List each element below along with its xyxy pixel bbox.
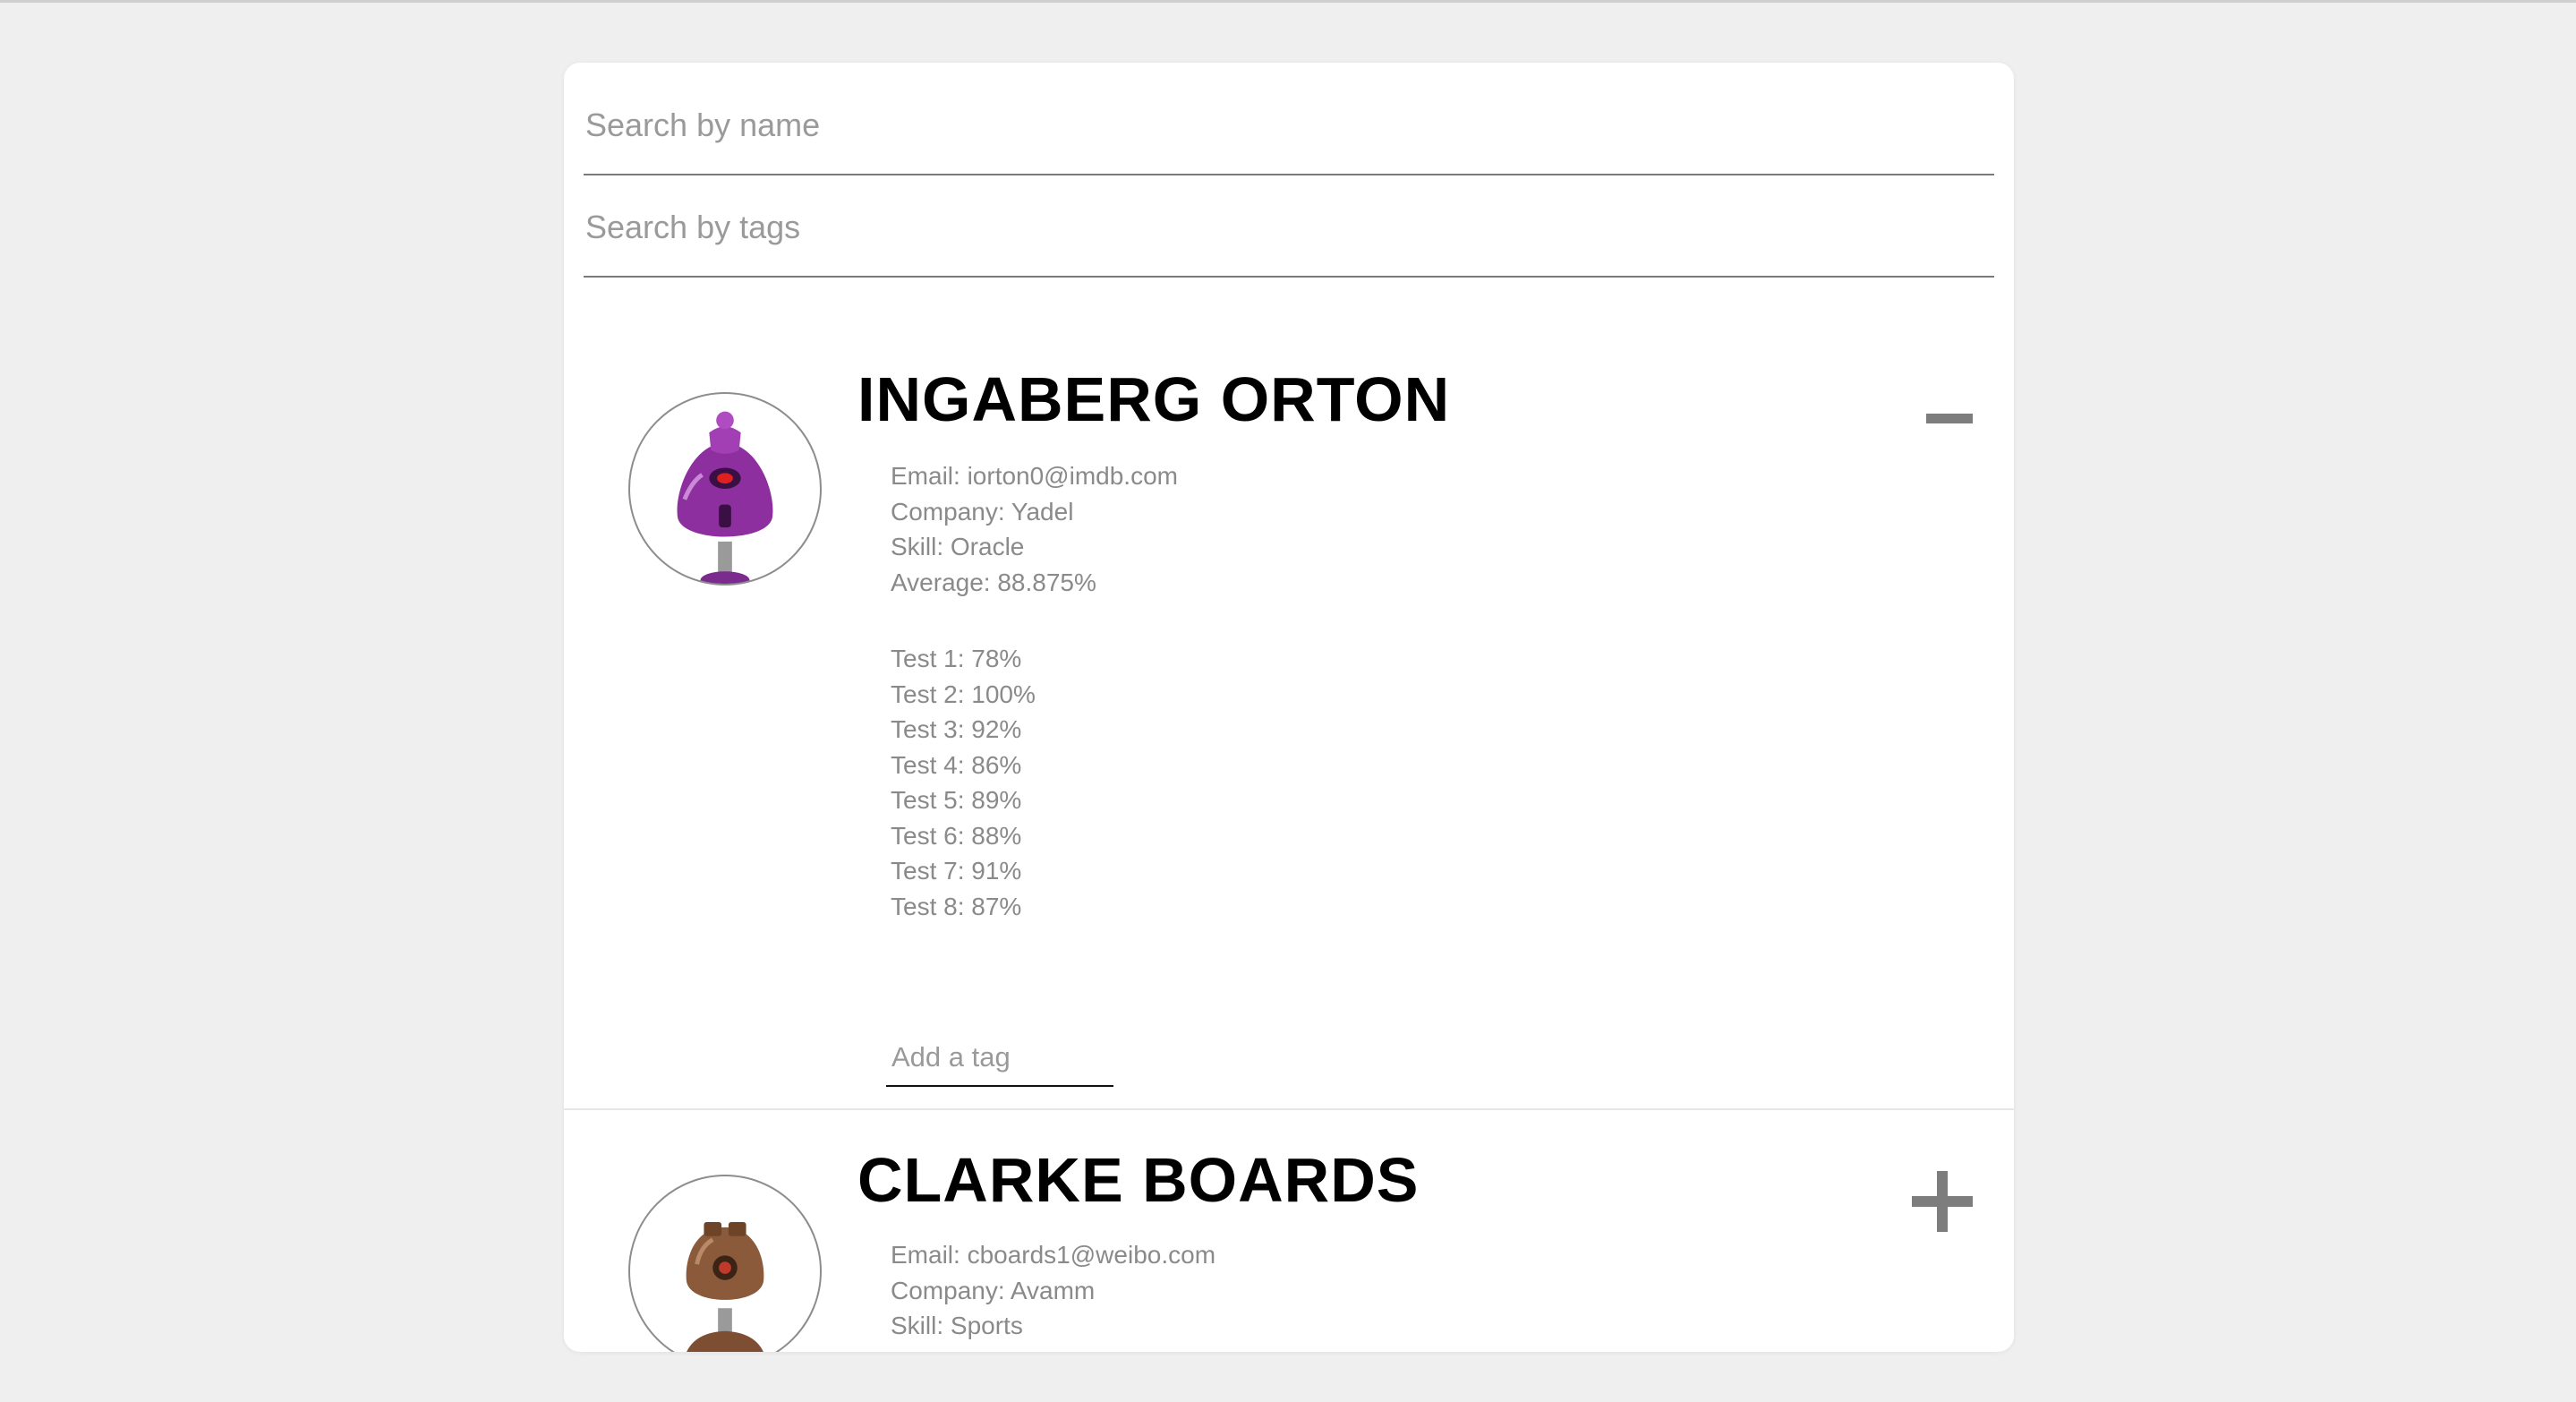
- avatar: [628, 392, 822, 586]
- student-name: INGABERG ORTON: [857, 364, 1451, 434]
- student-item: INGABERG ORTON Email: iorton0@imdb.com C…: [564, 278, 2014, 1110]
- student-average: Average: 88.875%: [891, 568, 1096, 596]
- collapse-button[interactable]: [1923, 392, 1976, 446]
- student-name: CLARKE BOARDS: [857, 1145, 1420, 1215]
- grade-item: Test 8: 87%: [891, 892, 1022, 920]
- grade-item: Test 1: 78%: [891, 645, 1022, 672]
- student-email: Email: cboards1@weibo.com: [891, 1241, 1216, 1269]
- robot-avatar-icon: [686, 1222, 764, 1352]
- grade-item: Test 5: 89%: [891, 786, 1022, 814]
- window-top-border: [0, 0, 2576, 3]
- student-details: Email: iorton0@imdb.com Company: Yadel S…: [891, 458, 1178, 924]
- grades-list: Test 1: 78% Test 2: 100% Test 3: 92% Tes…: [891, 641, 1178, 924]
- student-email: Email: iorton0@imdb.com: [891, 462, 1178, 490]
- add-tag-input[interactable]: [886, 1030, 1113, 1087]
- students-card: INGABERG ORTON Email: iorton0@imdb.com C…: [564, 63, 2014, 1352]
- expand-button[interactable]: [1908, 1167, 1976, 1235]
- avatar: [628, 1175, 822, 1352]
- grade-item: Test 2: 100%: [891, 680, 1036, 708]
- student-company: Company: Yadel: [891, 497, 1074, 526]
- student-details: Email: cboards1@weibo.com Company: Avamm…: [891, 1237, 1215, 1352]
- minus-icon: [1926, 414, 1973, 423]
- student-average: Average: 87.25%: [891, 1344, 1215, 1353]
- grade-item: Test 4: 86%: [891, 750, 1022, 779]
- student-skill: Skill: Oracle: [891, 533, 1025, 560]
- plus-icon: [1912, 1171, 1973, 1232]
- search-by-name-input[interactable]: [584, 77, 1994, 175]
- student-company: Company: Avamm: [891, 1276, 1096, 1304]
- grade-item: Test 3: 92%: [891, 715, 1022, 743]
- robot-avatar-icon: [677, 411, 773, 584]
- grade-item: Test 6: 88%: [891, 821, 1022, 850]
- search-by-tags-input[interactable]: [584, 179, 1994, 278]
- student-item: CLARKE BOARDS Email: cboards1@weibo.com …: [564, 1110, 2014, 1352]
- grade-item: Test 7: 91%: [891, 857, 1022, 885]
- student-skill: Skill: Sports: [891, 1312, 1023, 1339]
